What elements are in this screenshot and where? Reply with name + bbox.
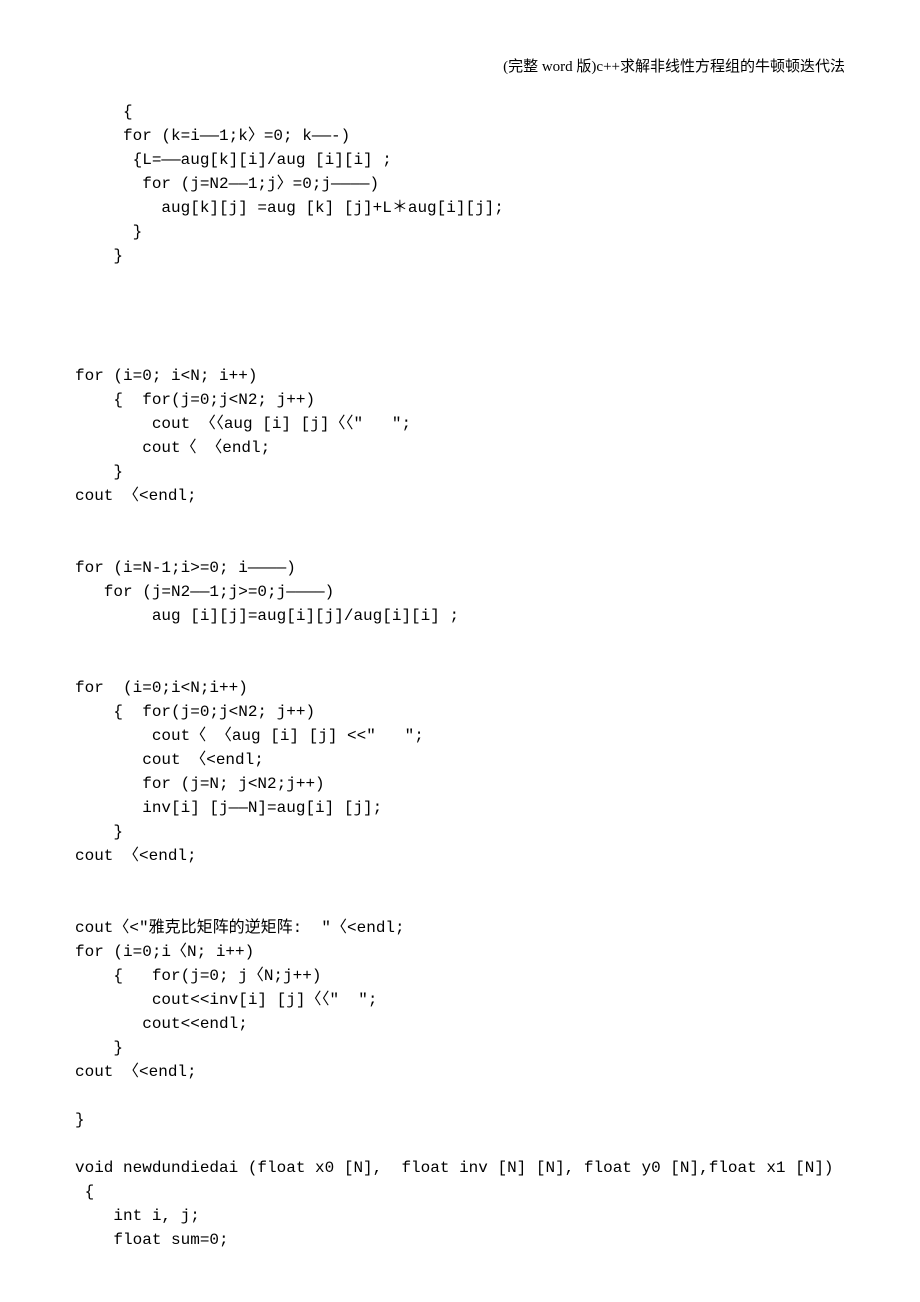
code-line: cout<<inv[i] [j]〈〈" ";	[75, 991, 377, 1009]
code-line: }	[75, 463, 123, 481]
code-line: for (j=N; j<N2;j++)	[75, 775, 325, 793]
code-line: cout 〈<endl;	[75, 1063, 197, 1081]
code-line: aug [i][j]=aug[i][j]/aug[i][i] ;	[75, 607, 459, 625]
code-line: }	[75, 223, 142, 241]
code-line: { for(j=0;j<N2; j++)	[75, 703, 315, 721]
code-line: for (i=0; i<N; i++)	[75, 367, 257, 385]
code-line: cout〈<"雅克比矩阵的逆矩阵: "〈<endl;	[75, 919, 405, 937]
document-page: (完整 word 版)c++求解非线性方程组的牛顿顿迭代法 { for (k=i…	[0, 0, 920, 1302]
code-line: cout〈 〈endl;	[75, 439, 270, 457]
code-line: for (i=0;i<N;i++)	[75, 679, 248, 697]
code-content: { for (k=i——1;k〉=0; k——-) {L=——aug[k][i]…	[75, 100, 845, 1252]
code-line: cout 〈<endl;	[75, 847, 197, 865]
code-line: cout 〈<endl;	[75, 751, 264, 769]
code-line: for (j=N2——1;j〉=0;j————)	[75, 175, 379, 193]
code-line: for (i=0;i〈N; i++)	[75, 943, 254, 961]
code-line: int i, j;	[75, 1207, 200, 1225]
code-line: cout 〈<endl;	[75, 487, 197, 505]
code-line: void newdundiedai (float x0 [N], float i…	[75, 1159, 834, 1177]
code-line: float sum=0;	[75, 1231, 229, 1249]
code-line: for (i=N-1;i>=0; i————)	[75, 559, 296, 577]
code-line: aug[k][j] =aug [k] [j]+L＊aug[i][j];	[75, 199, 504, 217]
code-line: }	[75, 247, 123, 265]
code-line: { for(j=0;j<N2; j++)	[75, 391, 315, 409]
code-line: cout〈 〈aug [i] [j] <<" ";	[75, 727, 424, 745]
code-line: {L=——aug[k][i]/aug [i][i] ;	[75, 151, 392, 169]
code-line: }	[75, 823, 123, 841]
code-line: }	[75, 1039, 123, 1057]
code-line: for (j=N2——1;j>=0;j————)	[75, 583, 334, 601]
code-line: {	[75, 1183, 94, 1201]
code-line: }	[75, 1111, 85, 1129]
code-line: for (k=i——1;k〉=0; k——-)	[75, 127, 350, 145]
page-header: (完整 word 版)c++求解非线性方程组的牛顿顿迭代法	[75, 55, 845, 76]
code-line: cout<<endl;	[75, 1015, 248, 1033]
code-line: {	[75, 103, 133, 121]
code-line: inv[i] [j——N]=aug[i] [j];	[75, 799, 382, 817]
code-line: cout 〈〈aug [i] [j]〈〈" ";	[75, 415, 411, 433]
code-line: { for(j=0; j〈N;j++)	[75, 967, 321, 985]
